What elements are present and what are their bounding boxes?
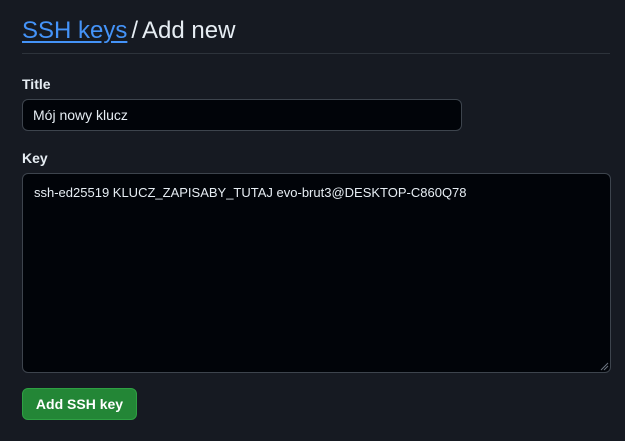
add-ssh-key-page: SSH keys/Add new Title Key ssh-ed25519 K… — [0, 0, 625, 441]
page-header: SSH keys / Add new — [22, 14, 610, 54]
key-textarea[interactable]: ssh-ed25519 KLUCZ_ZAPISABY_TUTAJ evo-bru… — [22, 173, 611, 373]
breadcrumb-ssh-keys-link[interactable]: SSH keys — [22, 17, 127, 44]
key-label: Key — [22, 150, 48, 166]
title-input[interactable] — [22, 99, 462, 131]
add-ssh-key-button[interactable]: Add SSH key — [22, 388, 137, 420]
page-title: Add new — [142, 17, 236, 44]
title-label: Title — [22, 76, 51, 92]
breadcrumb-separator: / — [131, 17, 139, 44]
